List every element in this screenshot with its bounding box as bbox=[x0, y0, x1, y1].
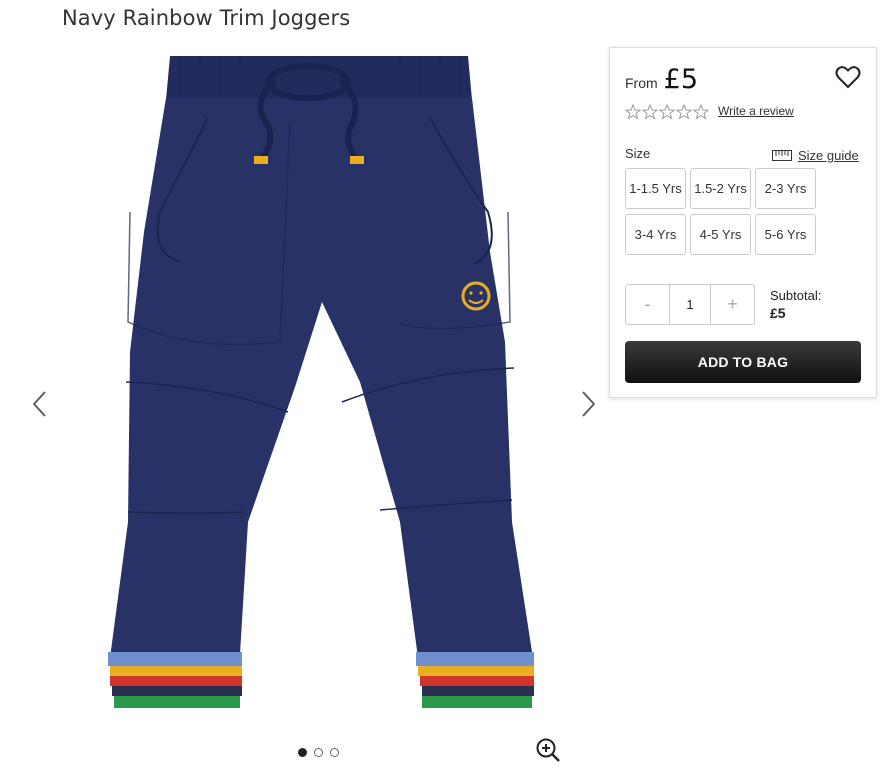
star-icon bbox=[642, 104, 658, 120]
subtotal: Subtotal: £5 bbox=[770, 288, 821, 321]
star-icon bbox=[659, 104, 675, 120]
size-option-button[interactable]: 1-1.5 Yrs bbox=[625, 168, 686, 209]
next-image-arrow-icon[interactable] bbox=[576, 390, 600, 418]
size-option-button[interactable]: 2-3 Yrs bbox=[755, 168, 816, 209]
quantity-input[interactable]: 1 bbox=[669, 285, 711, 324]
heart-icon[interactable] bbox=[835, 64, 861, 90]
subtotal-label: Subtotal: bbox=[770, 288, 822, 303]
from-label: From bbox=[625, 75, 658, 91]
product-gallery bbox=[0, 40, 605, 773]
gallery-pagination bbox=[298, 748, 339, 757]
star-icon bbox=[693, 104, 709, 120]
size-options: 1-1.5 Yrs 1.5-2 Yrs 2-3 Yrs 3-4 Yrs 4-5 … bbox=[625, 168, 816, 255]
subtotal-value: £5 bbox=[770, 305, 786, 321]
gallery-dot[interactable] bbox=[298, 748, 307, 757]
write-review-link[interactable]: Write a review bbox=[718, 104, 794, 118]
price-row: From £5 bbox=[625, 64, 698, 95]
size-option-button[interactable]: 1.5-2 Yrs bbox=[690, 168, 751, 209]
size-label: Size bbox=[625, 146, 651, 161]
zoom-icon[interactable] bbox=[534, 736, 562, 764]
size-guide-link[interactable]: Size guide bbox=[772, 148, 859, 163]
size-guide-label: Size guide bbox=[798, 148, 859, 163]
product-title: Navy Rainbow Trim Joggers bbox=[62, 6, 351, 30]
price: £5 bbox=[663, 64, 699, 95]
gallery-dot[interactable] bbox=[330, 748, 339, 757]
product-image bbox=[108, 56, 534, 708]
size-option-button[interactable]: 3-4 Yrs bbox=[625, 214, 686, 255]
size-option-button[interactable]: 4-5 Yrs bbox=[690, 214, 751, 255]
star-icon bbox=[625, 104, 641, 120]
quantity-decrease-button[interactable]: - bbox=[626, 285, 669, 324]
previous-image-arrow-icon[interactable] bbox=[28, 390, 52, 418]
gallery-dot[interactable] bbox=[314, 748, 323, 757]
quantity-increase-button[interactable]: + bbox=[711, 285, 754, 324]
size-option-button[interactable]: 5-6 Yrs bbox=[755, 214, 816, 255]
add-to-bag-button[interactable]: ADD TO BAG bbox=[625, 341, 861, 383]
purchase-panel: From £5 Write a review Size Size guide 1… bbox=[609, 47, 877, 398]
ruler-icon bbox=[772, 150, 792, 161]
star-icon bbox=[676, 104, 692, 120]
rating-stars bbox=[625, 104, 709, 120]
quantity-stepper: - 1 + bbox=[625, 284, 755, 325]
